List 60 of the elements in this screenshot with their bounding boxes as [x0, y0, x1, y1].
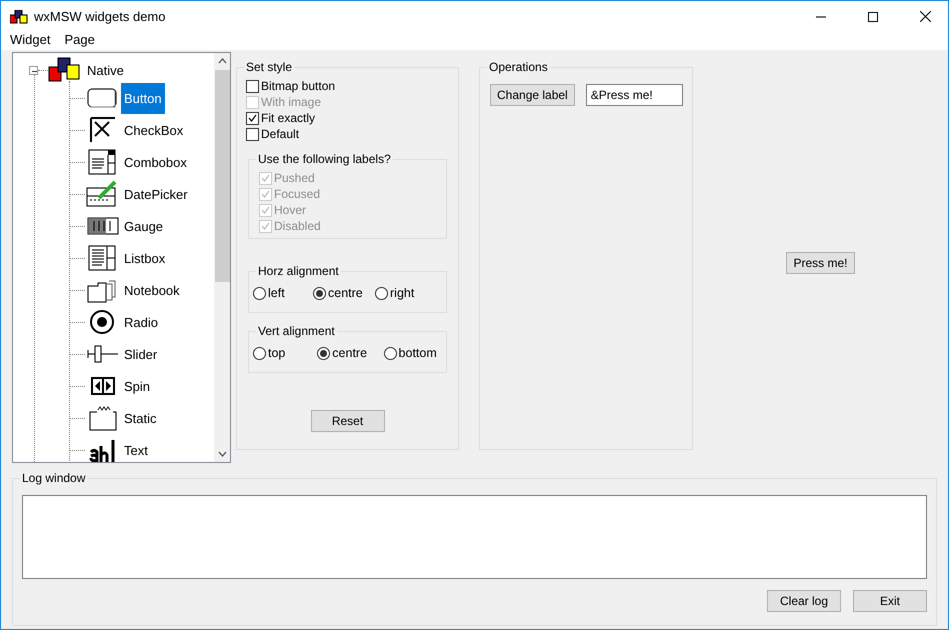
radio-button[interactable] [313, 286, 326, 300]
tree-item[interactable]: Listbox [121, 250, 168, 266]
tree-item[interactable]: Button [121, 82, 165, 114]
group-title: Log window [20, 471, 88, 485]
radio-button[interactable] [317, 346, 330, 360]
checkbox-label: Fit exactly [261, 111, 316, 125]
menu-item[interactable]: Page [64, 32, 95, 47]
tree-item[interactable]: Notebook [121, 282, 183, 298]
radio-label: bottom [398, 346, 437, 360]
tree-item[interactable]: DatePicker [121, 186, 191, 202]
calendar-pencil-icon [85, 180, 119, 208]
group-title: Horz alignment [256, 264, 341, 278]
close-icon[interactable] [920, 11, 930, 22]
checkbox-label: Hover [274, 203, 306, 217]
checkbox[interactable] [246, 128, 259, 140]
tree-item[interactable]: Radio [121, 314, 161, 330]
menu-item[interactable]: Widget [10, 32, 50, 47]
radio-label: centre [328, 286, 363, 300]
tree-item[interactable]: Gauge [121, 218, 166, 234]
scrollbar[interactable] [214, 53, 230, 462]
radio-label: left [268, 286, 285, 300]
radio-label: top [268, 346, 286, 360]
radio-button[interactable] [384, 346, 397, 360]
tree-item[interactable]: Native [84, 62, 127, 78]
group-title: Set style [244, 60, 294, 74]
checkbox-label: Bitmap button [261, 79, 336, 93]
tree-item[interactable]: Combobox [121, 154, 190, 170]
tree-item[interactable]: Text [121, 442, 151, 458]
scrollbar-thumb[interactable] [214, 70, 230, 282]
radio-button[interactable] [253, 286, 266, 300]
checkbox-label: Pushed [274, 171, 315, 185]
log-button[interactable]: Exit [853, 590, 927, 612]
tree-item[interactable]: CheckBox [121, 122, 186, 138]
log-area[interactable] [22, 495, 927, 579]
checkbox-label: With image [261, 95, 322, 109]
change-label-button[interactable]: Change label [490, 84, 575, 106]
checkbox-label: Default [261, 127, 300, 141]
checkbox[interactable] [246, 80, 259, 92]
reset-button[interactable]: Reset [310, 410, 384, 432]
radio-button[interactable] [253, 346, 266, 360]
group-title: Vert alignment [256, 324, 337, 338]
press-me-button[interactable]: Press me! [786, 252, 854, 274]
maximize-icon[interactable] [868, 12, 878, 22]
checkbox-label: Disabled [274, 219, 321, 233]
checkbox-label: Focused [274, 187, 320, 201]
tree-item[interactable]: Static [121, 410, 160, 426]
tree-item[interactable]: Spin [121, 378, 154, 394]
app-icon [10, 10, 28, 24]
tree-item[interactable]: Slider [121, 346, 160, 362]
radio-label: centre [332, 346, 368, 360]
collapse-icon[interactable] [29, 66, 38, 74]
window-title: wxMSW widgets demo [34, 9, 166, 24]
colored-squares-icon [48, 57, 82, 83]
group-title: Operations [487, 60, 550, 74]
log-button[interactable]: Clear log [767, 590, 841, 612]
group-title: Use the following labels? [256, 152, 393, 166]
radio-button[interactable] [375, 286, 388, 300]
radio-label: right [390, 286, 414, 300]
checkbox[interactable] [246, 112, 259, 124]
label-field[interactable]: &Press me! [586, 84, 683, 106]
